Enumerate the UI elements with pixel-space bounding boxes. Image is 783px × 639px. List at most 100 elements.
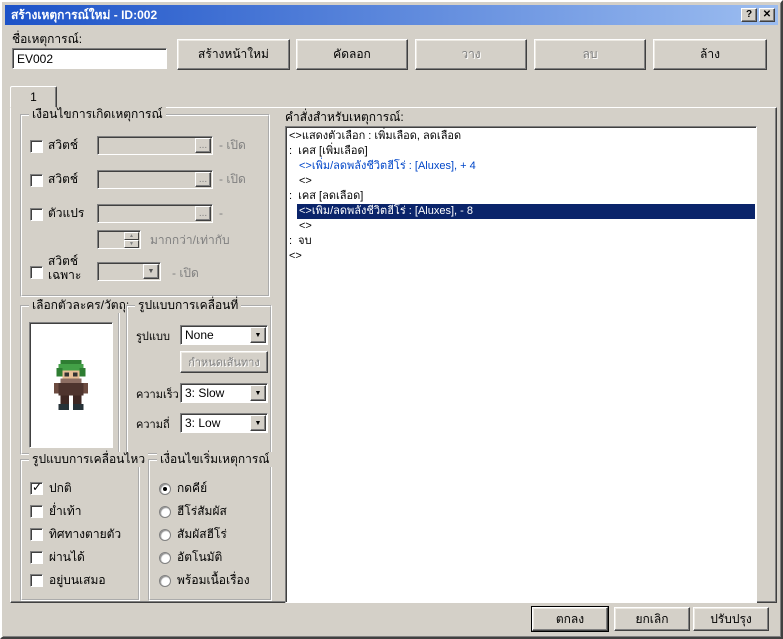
option-label: ย่ำเท้า xyxy=(49,504,82,518)
movement-freq-dropdown[interactable]: 3: Low xyxy=(180,413,268,433)
trigger-parallel-radio[interactable] xyxy=(159,575,171,587)
self-switch-label-line2: เฉพาะ xyxy=(48,268,82,282)
trigger-event-touch-radio[interactable] xyxy=(159,529,171,541)
movement-group: รูปแบบการเคลื่อนที่ รูปแบบ None กำหนดเส้… xyxy=(126,298,272,455)
movement-speed-value: 3: Slow xyxy=(185,386,225,400)
trigger-label: กดคีย์ xyxy=(177,481,208,495)
command-line[interactable]: : เคส [ลดเลือด] xyxy=(287,189,755,204)
command-line[interactable]: <>แสดงตัวเลือก : เพิ่มเลือด, ลดเลือด xyxy=(287,129,755,144)
title-bar[interactable]: สร้างเหตุการณ์ใหม่ - ID:002 ? ✕ xyxy=(5,5,778,25)
trigger-action-key-radio[interactable] xyxy=(159,483,171,495)
command-line[interactable]: : เคส [เพิ่มเลือด] xyxy=(287,144,755,159)
movement-freq-label: ความถี่ xyxy=(136,419,170,431)
switch1-suffix: - เปิด xyxy=(219,138,246,152)
switch2-label: สวิตช์ xyxy=(48,172,78,186)
tab-label: 1 xyxy=(30,90,37,104)
option-stepping-checkbox[interactable] xyxy=(30,505,43,518)
command-line[interactable]: : จบ xyxy=(287,234,755,249)
movement-speed-label: ความเร็ว xyxy=(136,389,179,401)
switch2-checkbox[interactable] xyxy=(30,174,43,187)
trigger-label: อัตโนมัติ xyxy=(177,550,223,564)
trigger-label: สัมผัสฮีโร่ xyxy=(177,527,227,541)
commands-label: คำสั่งสำหรับเหตุการณ์: xyxy=(285,110,404,124)
event-name-input[interactable] xyxy=(12,48,167,69)
animation-options-title: รูปแบบการเคลื่อนไหว xyxy=(29,452,149,467)
option-label: ทิศทางตายตัว xyxy=(49,527,122,541)
tab-page-1[interactable]: 1 xyxy=(10,86,57,108)
new-page-button[interactable]: สร้างหน้าใหม่ xyxy=(177,39,290,70)
option-fixed-direction-checkbox[interactable] xyxy=(30,528,43,541)
close-button[interactable]: ✕ xyxy=(759,8,775,22)
option-always-on-top-checkbox[interactable] xyxy=(30,574,43,587)
switch1-field-value xyxy=(98,137,194,154)
option-through-checkbox[interactable] xyxy=(30,551,43,564)
variable-field-value xyxy=(98,205,194,222)
option-normal-checkbox[interactable] xyxy=(30,480,43,495)
dialog-window: สร้างเหตุการณ์ใหม่ - ID:002 ? ✕ ชื่อเหตุ… xyxy=(0,0,783,639)
ok-button[interactable]: ตกลง xyxy=(532,607,608,631)
command-line[interactable]: <> xyxy=(287,249,755,264)
paste-button: วาง xyxy=(415,39,527,70)
trigger-label: พร้อมเนื้อเรื่อง xyxy=(177,573,250,587)
switch1-field: ... xyxy=(97,136,213,155)
graphic-group-title: เลือกตัวละคร/วัตถุ: xyxy=(29,298,133,313)
move-route-button: กำหนดเส้นทาง xyxy=(180,351,268,373)
command-line-selected[interactable]: <>เพิ่ม/ลดพลังชีวิตฮีโร่ : [Aluxes], - 8 xyxy=(287,204,755,219)
trigger-group: เงื่อนไขเริ่มเหตุการณ์ กดคีย์ ฮีโร่สัมผั… xyxy=(148,452,273,601)
delete-button: ลบ xyxy=(534,39,646,70)
option-label: อยู่บนเสมอ xyxy=(49,573,106,587)
command-line[interactable]: <> xyxy=(287,219,755,234)
animation-options-group: รูปแบบการเคลื่อนไหว ปกติ ย่ำเท้า ทิศทางต… xyxy=(20,452,149,601)
switch2-field-value xyxy=(98,171,194,188)
character-sprite xyxy=(54,359,88,411)
dropdown-arrow-icon[interactable] xyxy=(250,415,266,431)
trigger-group-title: เงื่อนไขเริ่มเหตุการณ์ xyxy=(157,452,273,467)
variable-checkbox[interactable] xyxy=(30,208,43,221)
command-line[interactable]: <> xyxy=(287,174,755,189)
spin-down-icon xyxy=(124,240,139,248)
clear-button[interactable]: ล้าง xyxy=(653,39,767,70)
conditions-group-title: เงื่อนไขการเกิดเหตุการณ์ xyxy=(29,107,166,122)
self-switch-checkbox[interactable] xyxy=(30,266,43,279)
switch1-label: สวิตช์ xyxy=(48,138,78,152)
command-line[interactable]: <>เพิ่ม/ลดพลังชีวิตฮีโร่ : [Aluxes], + 4 xyxy=(287,159,755,174)
movement-group-title: รูปแบบการเคลื่อนที่ xyxy=(135,298,242,313)
trigger-autorun-radio[interactable] xyxy=(159,552,171,564)
movement-freq-value: 3: Low xyxy=(185,416,221,430)
movement-type-value: None xyxy=(185,328,214,342)
dropdown-arrow-icon[interactable] xyxy=(250,327,266,343)
switch2-field: ... xyxy=(97,170,213,189)
dropdown-arrow-icon[interactable] xyxy=(250,385,266,401)
window-title: สร้างเหตุการณ์ใหม่ - ID:002 xyxy=(11,7,158,22)
copy-button[interactable]: คัดลอก xyxy=(296,39,408,70)
variable-label: ตัวแปร xyxy=(48,206,85,220)
variable-compare-label: มากกว่า/เท่ากับ xyxy=(150,233,230,247)
movement-speed-dropdown[interactable]: 3: Slow xyxy=(180,383,268,403)
movement-type-dropdown[interactable]: None xyxy=(180,325,268,345)
help-button[interactable]: ? xyxy=(741,8,757,22)
apply-button[interactable]: ปรับปรุง xyxy=(693,607,769,631)
switch2-browse-button: ... xyxy=(195,172,211,187)
variable-browse-button: ... xyxy=(195,206,211,221)
option-label: ผ่านได้ xyxy=(49,550,85,564)
switch1-checkbox[interactable] xyxy=(30,140,43,153)
spin-up-icon xyxy=(124,232,139,240)
movement-type-label: รูปแบบ xyxy=(136,331,170,343)
conditions-group: เงื่อนไขการเกิดเหตุการณ์ สวิตช์ ... - เป… xyxy=(20,107,270,297)
variable-field: ... xyxy=(97,204,213,223)
switch2-suffix: - เปิด xyxy=(219,172,246,186)
switch1-browse-button: ... xyxy=(195,138,211,153)
self-switch-suffix: - เปิด xyxy=(172,266,199,280)
variable-suffix: - xyxy=(219,206,223,220)
event-name-label: ชื่อเหตุการณ์: xyxy=(12,32,83,46)
trigger-player-touch-radio[interactable] xyxy=(159,506,171,518)
variable-value-spinner xyxy=(97,230,141,249)
self-switch-value xyxy=(98,263,142,280)
character-graphic-box[interactable] xyxy=(29,322,113,448)
self-switch-dropdown xyxy=(97,262,161,281)
option-label: ปกติ xyxy=(49,481,72,495)
cancel-button[interactable]: ยกเลิก xyxy=(614,607,690,631)
event-command-list[interactable]: <>แสดงตัวเลือก : เพิ่มเลือด, ลดเลือด : เ… xyxy=(285,126,757,603)
dropdown-arrow-icon xyxy=(143,264,159,279)
spinner-arrows xyxy=(124,232,139,248)
